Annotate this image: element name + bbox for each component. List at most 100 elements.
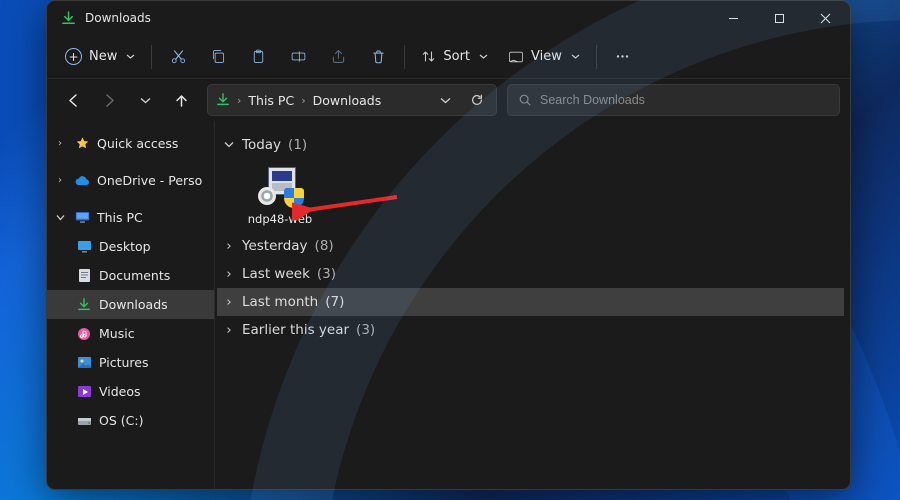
sidebar-item-onedrive[interactable]: › OneDrive - Perso [47, 166, 214, 195]
navigation-bar: › This PC › Downloads [47, 79, 850, 121]
group-count: (8) [315, 238, 334, 254]
up-button[interactable] [165, 84, 197, 116]
chevron-right-icon: › [223, 322, 235, 338]
view-button[interactable]: View [498, 40, 590, 74]
chevron-right-icon[interactable]: › [53, 138, 67, 149]
group-header-yesterday[interactable]: › Yesterday (8) [217, 232, 844, 260]
file-name: ndp48-web [248, 212, 312, 226]
content-pane[interactable]: Today (1) ndp48-web › Yesterday [215, 121, 850, 489]
separator [596, 45, 597, 69]
maximize-button[interactable] [756, 1, 802, 35]
picture-icon [75, 356, 93, 369]
recent-locations-button[interactable] [129, 84, 161, 116]
download-icon [75, 298, 93, 312]
music-icon [75, 327, 93, 341]
nav-buttons [57, 84, 197, 116]
plus-circle-icon: + [65, 48, 82, 65]
sidebar-item-label: OneDrive - Perso [97, 173, 202, 188]
sort-button[interactable]: Sort [411, 40, 498, 74]
title-bar[interactable]: Downloads [47, 1, 850, 35]
clipboard-icon [250, 48, 267, 65]
sidebar-item-label: OS (C:) [99, 413, 143, 428]
copy-button[interactable] [198, 40, 238, 74]
sidebar-item-label: Downloads [99, 297, 168, 312]
sidebar-item-label: Desktop [99, 239, 151, 254]
sidebar-item-this-pc[interactable]: This PC [47, 203, 214, 232]
chevron-right-icon[interactable]: › [53, 175, 67, 186]
group-header-today[interactable]: Today (1) [217, 131, 844, 159]
group-label: Last month [242, 294, 318, 310]
group-header-lastmonth[interactable]: › Last month (7) [217, 288, 844, 316]
sort-icon [421, 49, 436, 64]
chevron-down-icon[interactable] [53, 213, 67, 222]
sidebar-item-label: Pictures [99, 355, 149, 370]
minimize-button[interactable] [710, 1, 756, 35]
group-count: (3) [356, 322, 375, 338]
download-icon [216, 93, 230, 107]
sidebar-item-label: Music [99, 326, 135, 341]
cloud-icon [73, 175, 91, 187]
search-icon [518, 93, 532, 107]
chevron-right-icon[interactable]: › [236, 94, 242, 107]
trash-icon [370, 48, 387, 65]
separator [404, 45, 405, 69]
monitor-icon [73, 211, 91, 224]
group-header-lastweek[interactable]: › Last week (3) [217, 260, 844, 288]
group-label: Last week [242, 266, 310, 282]
sidebar-item-pictures[interactable]: Pictures [47, 348, 214, 377]
breadcrumb-thispc[interactable]: This PC [248, 93, 294, 108]
sidebar-item-desktop[interactable]: Desktop [47, 232, 214, 261]
back-button[interactable] [57, 84, 89, 116]
delete-button[interactable] [358, 40, 398, 74]
group-count: (3) [317, 266, 336, 282]
group-today: Today (1) ndp48-web [217, 131, 844, 232]
sidebar-item-quick-access[interactable]: › Quick access [47, 129, 214, 158]
address-bar[interactable]: › This PC › Downloads [207, 84, 497, 116]
group-items-today: ndp48-web [217, 159, 844, 232]
document-icon [75, 268, 93, 283]
search-box[interactable] [507, 84, 840, 116]
close-button[interactable] [802, 1, 848, 35]
share-icon [330, 48, 347, 65]
rename-button[interactable] [278, 40, 318, 74]
rename-icon [290, 48, 307, 65]
chevron-down-icon [126, 52, 135, 61]
search-input[interactable] [540, 93, 829, 107]
new-button[interactable]: + New [55, 40, 145, 74]
body: › Quick access › OneDrive - Perso This P… [47, 121, 850, 489]
star-icon [73, 136, 91, 151]
paste-button[interactable] [238, 40, 278, 74]
chevron-down-icon [571, 52, 580, 61]
sidebar-item-music[interactable]: Music [47, 319, 214, 348]
address-dropdown-button[interactable] [432, 87, 458, 113]
group-header-earlier[interactable]: › Earlier this year (3) [217, 316, 844, 344]
group-label: Yesterday [242, 238, 308, 254]
sidebar-item-documents[interactable]: Documents [47, 261, 214, 290]
chevron-down-icon [223, 140, 235, 150]
chevron-right-icon: › [223, 294, 235, 310]
sidebar-item-videos[interactable]: Videos [47, 377, 214, 406]
sidebar-item-label: Quick access [97, 136, 178, 151]
sidebar-item-downloads[interactable]: Downloads [47, 290, 214, 319]
window-controls [710, 1, 848, 35]
forward-button[interactable] [93, 84, 125, 116]
installer-icon [258, 163, 302, 207]
cut-button[interactable] [158, 40, 198, 74]
chevron-right-icon: › [223, 238, 235, 254]
more-button[interactable] [603, 40, 643, 74]
sidebar-item-label: Documents [99, 268, 170, 283]
chevron-right-icon[interactable]: › [300, 94, 306, 107]
chevron-down-icon [479, 52, 488, 61]
window-title: Downloads [85, 11, 151, 25]
navigation-pane[interactable]: › Quick access › OneDrive - Perso This P… [47, 121, 215, 489]
group-count: (1) [288, 137, 307, 153]
refresh-button[interactable] [464, 87, 490, 113]
sidebar-item-osc[interactable]: OS (C:) [47, 406, 214, 435]
group-label: Today [242, 137, 281, 153]
group-count: (7) [325, 294, 344, 310]
share-button[interactable] [318, 40, 358, 74]
breadcrumb-downloads[interactable]: Downloads [313, 93, 382, 108]
desktop-icon [75, 240, 93, 253]
file-item[interactable]: ndp48-web [241, 163, 319, 226]
drive-icon [75, 415, 93, 427]
